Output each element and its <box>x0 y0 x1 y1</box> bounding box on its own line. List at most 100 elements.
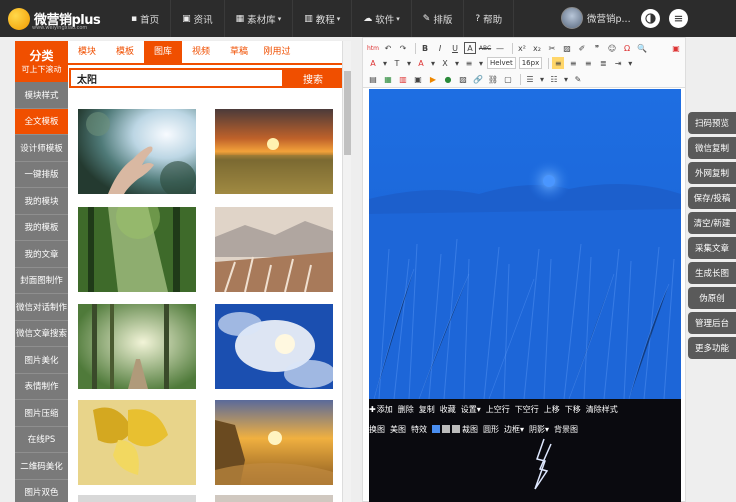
brush-icon[interactable]: ✐ <box>576 42 588 54</box>
chevron-down-icon[interactable]: ▾ <box>627 57 633 69</box>
side-action-button[interactable]: 伪原创 <box>688 287 736 309</box>
quote-icon[interactable]: ❞ <box>591 42 603 54</box>
avatar[interactable] <box>561 7 583 29</box>
category-item[interactable]: 一键排版 <box>15 161 68 188</box>
line-height-icon[interactable]: ≡ <box>463 57 475 69</box>
align-option-icon[interactable] <box>452 425 460 433</box>
image-thumbnail[interactable] <box>78 495 196 502</box>
layout-icon[interactable]: ▥ <box>397 73 409 85</box>
category-item[interactable]: 封面图制作 <box>15 267 68 294</box>
image-tool-button[interactable]: 边框▾ <box>504 424 524 435</box>
image-thumbnail[interactable] <box>215 207 333 292</box>
tab[interactable]: 模板 <box>106 41 144 63</box>
nav-item[interactable]: ☁ 软件 ▾ <box>352 0 412 37</box>
image-tool-button[interactable]: 换图 <box>369 424 385 435</box>
bold-icon[interactable]: B <box>419 42 431 54</box>
search-replace-icon[interactable]: 🔍 <box>636 42 648 54</box>
side-action-button[interactable]: 管理后台 <box>688 312 736 334</box>
html-icon[interactable]: htm <box>367 42 379 54</box>
category-item[interactable]: 微信对话制作 <box>15 294 68 321</box>
image-tool-button[interactable]: 圆形 <box>483 424 499 435</box>
search-input[interactable] <box>69 68 284 88</box>
image-tool-button[interactable]: 添加 <box>377 404 393 415</box>
background-color-icon[interactable]: T <box>391 57 403 69</box>
template-icon[interactable]: ▨ <box>457 73 469 85</box>
category-item[interactable]: 在线PS <box>15 426 68 453</box>
category-item[interactable]: 全文模板 <box>15 108 68 135</box>
scrollbar-thumb[interactable] <box>344 71 351 155</box>
chevron-down-icon[interactable]: ▾ <box>454 57 460 69</box>
tab[interactable]: 视频 <box>182 41 220 63</box>
nav-item[interactable]: ▥ 教程 ▾ <box>293 0 353 37</box>
category-item[interactable]: 我的模块 <box>15 188 68 215</box>
chevron-down-icon[interactable]: ▾ <box>539 73 545 85</box>
image-icon[interactable]: ▤ <box>367 73 379 85</box>
nav-item[interactable]: ✎ 排版 <box>412 0 465 37</box>
font-family-select[interactable]: Helvet <box>487 57 516 69</box>
align-justify-icon[interactable]: ≣ <box>597 57 609 69</box>
nav-item[interactable]: ▣ 资讯 <box>171 0 225 37</box>
link-icon[interactable]: 🔗 <box>472 73 484 85</box>
font-border-icon[interactable]: A <box>464 42 476 54</box>
align-option-icon[interactable] <box>432 425 440 433</box>
music-icon[interactable]: ● <box>442 73 454 85</box>
nav-item[interactable]: ? 帮助 <box>464 0 515 37</box>
image-tool-button[interactable]: 删除 <box>398 404 414 415</box>
pattern-icon[interactable]: ▨ <box>561 42 573 54</box>
image-thumbnail[interactable] <box>215 400 333 485</box>
anchor-icon[interactable]: ▢ <box>502 73 514 85</box>
chevron-down-icon[interactable]: ▾ <box>478 57 484 69</box>
search-button[interactable]: 搜索 <box>284 68 342 88</box>
align-right-icon[interactable]: ≡ <box>582 57 594 69</box>
theme-toggle-button[interactable] <box>641 9 660 28</box>
chevron-down-icon[interactable]: ▾ <box>430 57 436 69</box>
align-center-icon[interactable]: ≡ <box>567 57 579 69</box>
nav-item[interactable]: ▦ 素材库 ▾ <box>225 0 294 37</box>
subscript-icon[interactable]: x₂ <box>531 42 543 54</box>
side-action-button[interactable]: 清空/新建 <box>688 212 736 234</box>
highlight-icon[interactable]: A <box>415 57 427 69</box>
emoji-icon[interactable]: ☺ <box>606 42 618 54</box>
editor-canvas[interactable]: ✚ 添加 删除 复制 收藏 设置▾ 上空行 下空行 上移 下移 清除样式 换图 美图 特效 裁图 圆形 边框▾… <box>369 89 681 502</box>
image-tool-button[interactable]: 下移 <box>565 404 581 415</box>
image-tool-button[interactable]: 下空行 <box>515 404 539 415</box>
horizontal-rule-icon[interactable]: — <box>494 42 506 54</box>
italic-icon[interactable]: I <box>434 42 446 54</box>
side-action-button[interactable]: 采集文章 <box>688 237 736 259</box>
image-tool-button[interactable]: 裁图 <box>462 424 478 435</box>
tab[interactable]: 模块 <box>68 41 106 63</box>
image-thumbnail[interactable] <box>78 109 196 194</box>
category-item[interactable]: 图片压缩 <box>15 400 68 427</box>
image-thumbnail[interactable] <box>215 304 333 389</box>
menu-button[interactable] <box>669 9 688 28</box>
align-option-icon[interactable] <box>442 425 450 433</box>
list-icon[interactable]: ☰ <box>524 73 536 85</box>
chevron-down-icon[interactable]: ▾ <box>406 57 412 69</box>
unlink-icon[interactable]: ⛓ <box>487 73 499 85</box>
category-item[interactable]: 我的文章 <box>15 241 68 268</box>
image-tool-button[interactable]: 特效 <box>411 424 427 435</box>
side-action-button[interactable]: 更多功能 <box>688 337 736 359</box>
corner-icon[interactable]: ▣ <box>670 42 682 54</box>
category-item[interactable]: 我的模板 <box>15 214 68 241</box>
numbered-list-icon[interactable]: ☷ <box>548 73 560 85</box>
side-action-button[interactable]: 扫码预览 <box>688 112 736 134</box>
side-action-button[interactable]: 生成长图 <box>688 262 736 284</box>
undo-icon[interactable]: ↶ <box>382 42 394 54</box>
panel-scrollbar[interactable] <box>342 41 351 502</box>
side-action-button[interactable]: 外网复制 <box>688 162 736 184</box>
image-thumbnail[interactable] <box>215 109 333 194</box>
indent-icon[interactable]: ⇥ <box>612 57 624 69</box>
font-color-icon[interactable]: A <box>367 57 379 69</box>
category-item[interactable]: 模块样式 <box>15 82 68 109</box>
superscript-icon[interactable]: x² <box>516 42 528 54</box>
image-tool-button[interactable]: 收藏 <box>440 404 456 415</box>
photo-icon[interactable]: ▣ <box>412 73 424 85</box>
tab[interactable]: 草稿 <box>220 41 258 63</box>
category-item[interactable]: 二维码美化 <box>15 453 68 480</box>
selected-image[interactable] <box>369 89 681 399</box>
omega-icon[interactable]: Ω <box>621 42 633 54</box>
image-tool-button[interactable]: 清除样式 <box>586 404 618 415</box>
side-action-button[interactable]: 微信复制 <box>688 137 736 159</box>
format-painter-icon[interactable]: ✎ <box>572 73 584 85</box>
